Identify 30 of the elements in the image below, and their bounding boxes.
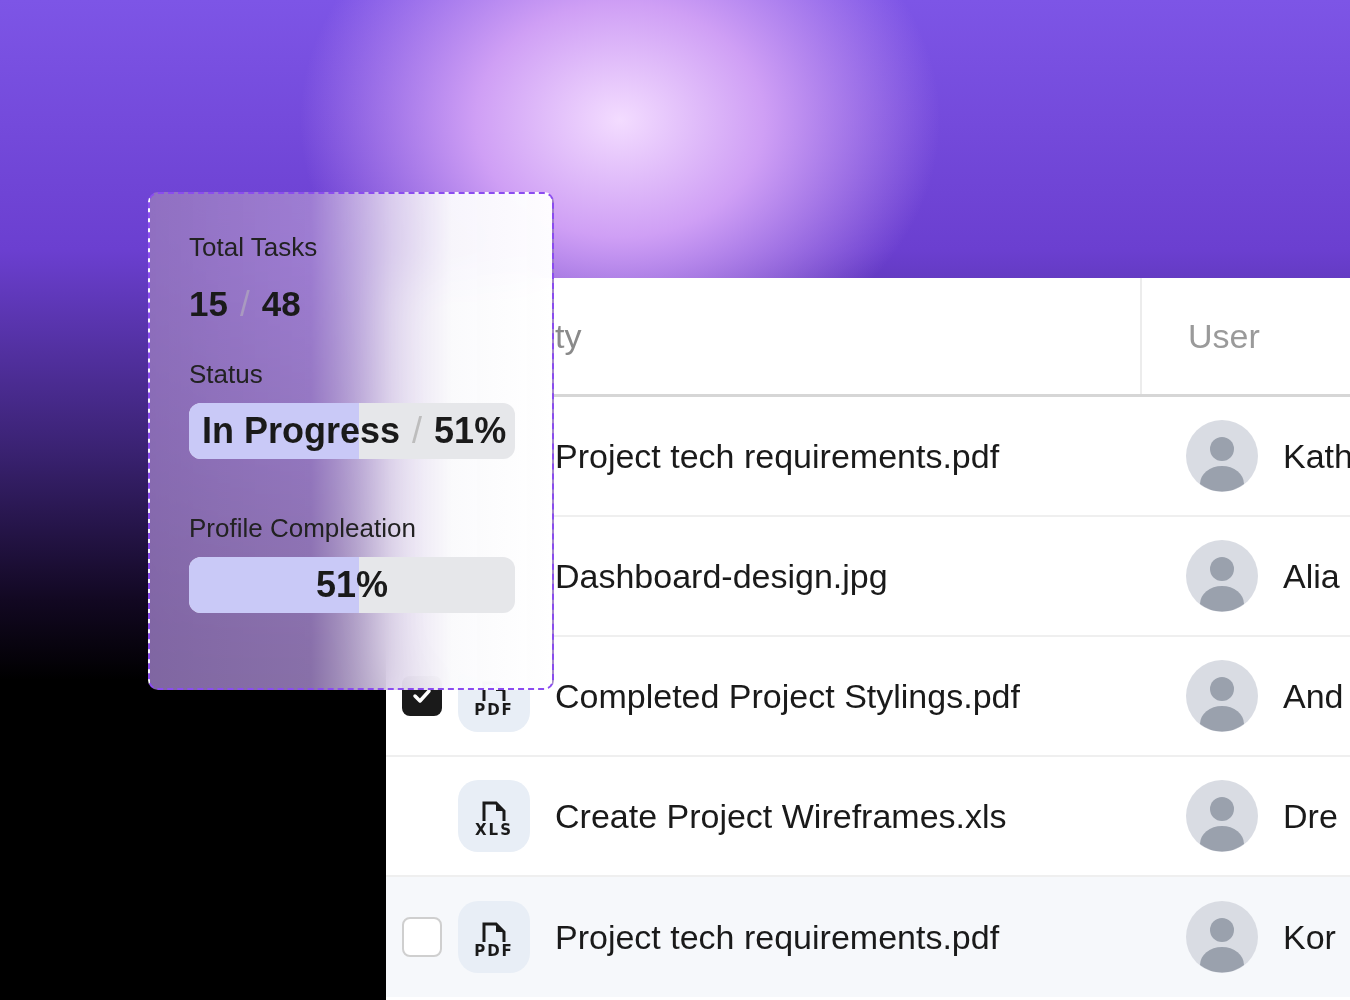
column-header: User <box>1188 315 1260 357</box>
file-name: Create Project Wireframes.xls <box>555 795 1008 837</box>
user-name: And <box>1283 675 1344 717</box>
avatar-icon <box>1186 780 1258 852</box>
avatar-icon <box>1186 660 1258 732</box>
column-header: ty <box>555 315 582 357</box>
card-label: Profile Compleation <box>189 515 417 541</box>
file-type-icon: XLS <box>458 780 530 852</box>
status-text: In Progress <box>202 409 401 453</box>
separator: / <box>239 286 250 321</box>
progress-value: 51% <box>315 563 389 607</box>
user-name: Alia <box>1283 555 1340 597</box>
file-name: Project tech requirements.pdf <box>555 435 1001 477</box>
user-name: Dre <box>1283 795 1338 837</box>
task-total: 48 <box>261 286 301 321</box>
status-value: 51% <box>434 409 507 453</box>
user-name: Kor <box>1283 916 1336 958</box>
avatar-icon <box>1186 420 1258 492</box>
file-name: Project tech requirements.pdf <box>555 916 1001 958</box>
file-name: Completed Project Stylings.pdf <box>555 675 1021 717</box>
file-name: Dashboard-design.jpg <box>555 555 889 597</box>
card-label: Status <box>189 361 264 387</box>
card-label: Total Tasks <box>189 234 319 260</box>
avatar-icon <box>1186 540 1258 612</box>
row-checkbox[interactable] <box>402 917 442 957</box>
file-type-icon: PDF <box>458 901 530 973</box>
separator: / <box>412 409 423 453</box>
avatar-icon <box>1186 901 1258 973</box>
check-icon <box>412 688 432 704</box>
task-count: 15 <box>189 286 228 321</box>
